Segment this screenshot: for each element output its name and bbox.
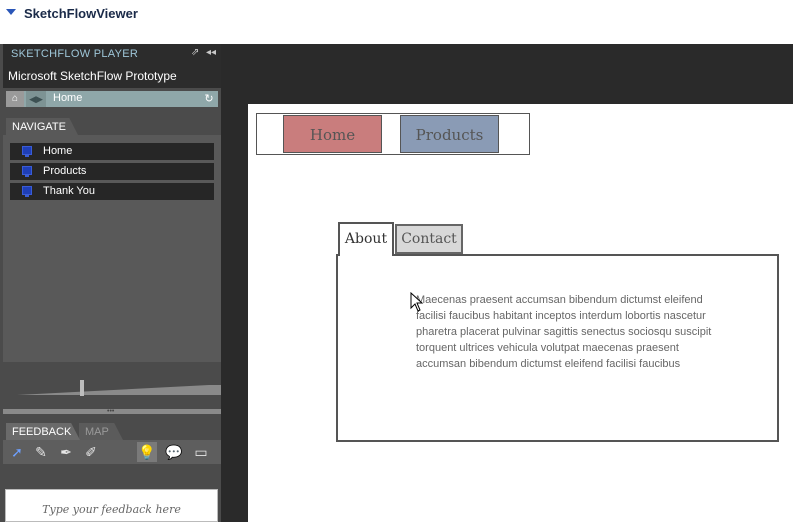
pen-icon[interactable]: ✒ — [56, 442, 76, 462]
tab-navigate[interactable]: NAVIGATE — [6, 118, 78, 135]
menu-bar: Home Products — [256, 113, 530, 155]
zoom-slider-area — [3, 362, 401, 408]
brush-icon[interactable]: ✎ — [31, 442, 51, 462]
popout-icon[interactable]: ⇗ — [191, 47, 199, 58]
navigation-bar: ⌂ ◀▶ Home ↻ — [6, 91, 218, 107]
feedback-toolbar: ➚ ✎ ✒ ✐ 💡 💬 ▭ — [3, 440, 221, 464]
viewer-title: SketchFlowViewer — [24, 6, 138, 21]
splitter-grip-icon: ••• — [107, 408, 115, 415]
nav-item-label: Home — [43, 145, 73, 157]
folder-icon[interactable]: ▭ — [191, 442, 211, 462]
prototype-name: Microsoft SketchFlow Prototype — [8, 69, 177, 83]
navigate-panel: Home Products Thank You — [3, 135, 221, 362]
menu-home-button[interactable]: Home — [283, 115, 382, 153]
nav-item-label: Products — [43, 165, 87, 177]
screen-icon — [22, 146, 32, 157]
eraser-icon[interactable]: ✐ — [81, 442, 101, 462]
pointer-icon[interactable]: ➚ — [7, 442, 27, 462]
tab-about[interactable]: About — [338, 222, 394, 256]
home-icon[interactable]: ⌂ — [6, 91, 24, 107]
sketchflow-player-panel: SKETCHFLOW PLAYER ⇗ ◂◂ Microsoft SketchF… — [0, 44, 401, 522]
body-text: Maecenas praesent accumsan bibendum dict… — [416, 294, 712, 370]
feedback-input[interactable]: Type your feedback here — [5, 489, 218, 522]
player-header: SKETCHFLOW PLAYER ⇗ ◂◂ — [3, 44, 221, 64]
collapse-arrow-icon[interactable] — [6, 9, 16, 15]
tab-map[interactable]: MAP — [79, 423, 123, 440]
lightbulb-icon[interactable]: 💡 — [137, 442, 157, 462]
tab-feedback[interactable]: FEEDBACK — [6, 423, 80, 440]
tab-contact[interactable]: Contact — [395, 224, 463, 254]
screen-icon — [22, 186, 32, 197]
screen-icon — [22, 166, 32, 177]
nav-item-label: Thank You — [43, 185, 95, 197]
breadcrumb: Home — [53, 92, 83, 104]
prototype-name-row: Microsoft SketchFlow Prototype — [3, 64, 221, 88]
nav-item-thank-you[interactable]: Thank You — [10, 183, 214, 200]
refresh-icon[interactable]: ↻ — [202, 91, 216, 107]
comment-icon[interactable]: 💬 — [164, 442, 184, 462]
nav-item-products[interactable]: Products — [10, 163, 214, 180]
tab-content-panel: Maecenas praesent accumsan bibendum dict… — [336, 254, 779, 442]
back-icon[interactable]: ◀▶ — [26, 91, 46, 107]
mouse-cursor-icon — [410, 292, 424, 312]
feedback-strip — [3, 464, 221, 488]
nav-item-home[interactable]: Home — [10, 143, 214, 160]
player-title: SKETCHFLOW PLAYER — [11, 48, 139, 60]
panel-splitter[interactable]: ••• — [3, 408, 221, 415]
menu-products-button[interactable]: Products — [400, 115, 499, 153]
zoom-slider-thumb[interactable] — [80, 380, 84, 396]
prototype-screen: Home Products About Contact Maecenas pra… — [248, 104, 793, 522]
viewer-header: SketchFlowViewer — [0, 0, 793, 44]
minimize-icon[interactable]: ◂◂ — [206, 47, 216, 58]
